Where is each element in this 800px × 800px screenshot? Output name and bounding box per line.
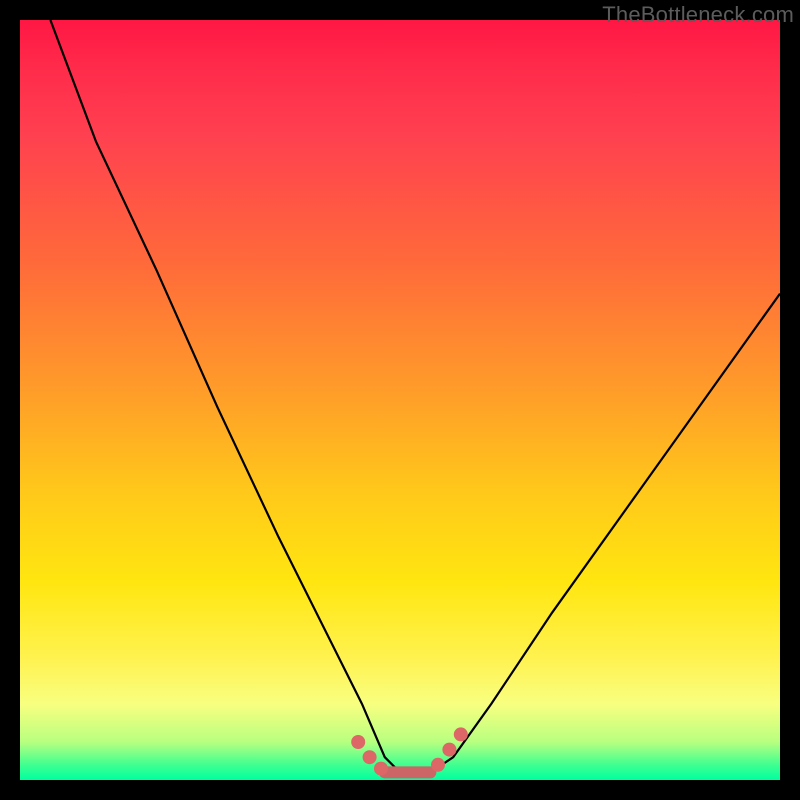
- curve-svg: [20, 20, 780, 780]
- watermark-text: TheBottleneck.com: [602, 2, 794, 28]
- bottleneck-curve: [50, 20, 780, 772]
- marker-dot: [431, 758, 445, 772]
- marker-dot: [454, 727, 468, 741]
- marker-dot: [351, 735, 365, 749]
- marker-dot: [442, 743, 456, 757]
- marker-dot: [363, 750, 377, 764]
- chart-frame: TheBottleneck.com: [0, 0, 800, 800]
- marker-dot: [374, 762, 388, 776]
- plot-area: [20, 20, 780, 780]
